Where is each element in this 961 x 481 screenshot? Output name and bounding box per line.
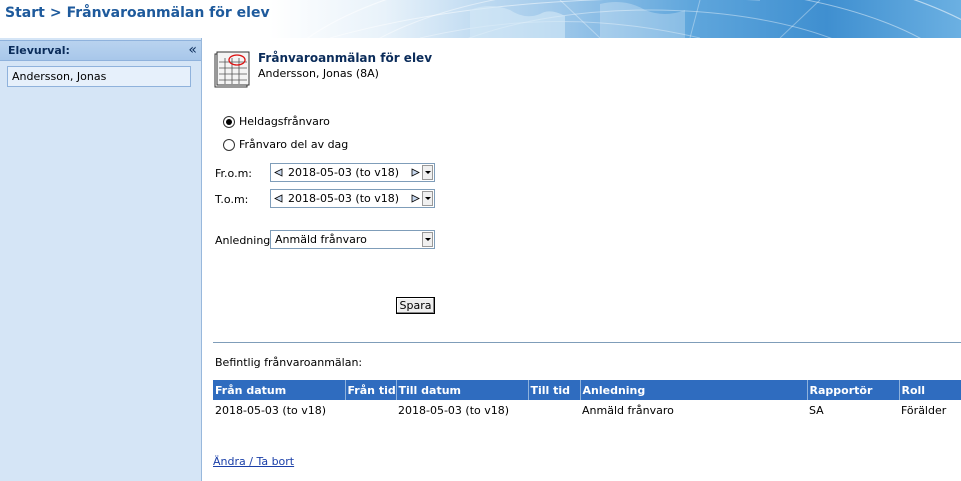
cell-to-time	[528, 400, 580, 420]
col-header-reporter[interactable]: Rapportör	[807, 380, 900, 400]
radio-partday-indicator[interactable]	[223, 138, 235, 151]
sidebar-title: Elevurval:	[8, 44, 70, 57]
sidebar-header: Elevurval: «	[0, 40, 201, 61]
breadcrumb-home-link[interactable]: Start	[5, 5, 45, 21]
cell-reason: Anmäld frånvaro	[582, 403, 674, 417]
app-header: Start > Frånvaroanmälan för elev	[0, 0, 961, 38]
edit-remove-link[interactable]: Ändra / Ta bort	[213, 455, 294, 468]
reason-label: Anledning:	[215, 234, 274, 247]
cell-from-date: 2018-05-03 (to v18)	[215, 403, 327, 417]
to-date-picker[interactable]: 2018-05-03 (to v18)	[270, 189, 435, 208]
radio-fullday-label: Heldagsfrånvaro	[239, 115, 330, 128]
breadcrumb: Start > Frånvaroanmälan för elev	[5, 5, 270, 21]
prev-day-icon[interactable]	[271, 164, 285, 181]
reason-value: Anmäld frånvaro	[275, 233, 367, 246]
col-header-to-time[interactable]: Till tid	[528, 380, 581, 400]
reason-select[interactable]: Anmäld frånvaro	[270, 230, 435, 249]
to-date-label: T.o.m:	[215, 193, 249, 206]
table-header-row: Från datum Från tid Till datum Till tid …	[213, 380, 961, 400]
col-header-from-date[interactable]: Från datum	[213, 380, 346, 400]
divider	[213, 342, 961, 343]
col-header-reason[interactable]: Anledning	[580, 380, 808, 400]
next-day-icon[interactable]	[408, 190, 422, 207]
from-date-label: Fr.o.m:	[215, 167, 252, 180]
radio-fullday[interactable]: Heldagsfrånvaro	[223, 115, 330, 128]
breadcrumb-current: Frånvaroanmälan för elev	[66, 5, 270, 21]
chevron-down-icon[interactable]	[422, 165, 433, 180]
breadcrumb-separator: >	[49, 5, 62, 21]
calendar-form-icon	[214, 51, 250, 88]
main-content: Frånvaroanmälan för elev Andersson, Jona…	[203, 38, 961, 481]
save-button[interactable]: Spara	[396, 297, 435, 314]
sidebar-item-student[interactable]: Andersson, Jonas	[7, 66, 191, 87]
table-row[interactable]: 2018-05-03 (to v18) 2018-05-03 (to v18) …	[213, 400, 961, 420]
double-chevron-left-icon[interactable]: «	[188, 42, 197, 58]
cell-to-date: 2018-05-03 (to v18)	[398, 403, 510, 417]
radio-partday-label: Frånvaro del av dag	[239, 138, 349, 151]
col-header-role[interactable]: Roll	[899, 380, 961, 400]
form-subtitle: Andersson, Jonas (8A)	[258, 67, 379, 80]
existing-reports-table: Från datum Från tid Till datum Till tid …	[213, 380, 961, 420]
student-sidebar: Elevurval: « Andersson, Jonas	[0, 38, 202, 481]
cell-role: Förälder	[901, 403, 947, 417]
radio-partday[interactable]: Frånvaro del av dag	[223, 138, 348, 151]
to-date-value[interactable]: 2018-05-03 (to v18)	[285, 192, 408, 205]
from-date-value[interactable]: 2018-05-03 (to v18)	[285, 166, 408, 179]
existing-section-label: Befintlig frånvaroanmälan:	[215, 356, 363, 369]
chevron-down-icon[interactable]	[422, 232, 433, 247]
radio-selected-dot	[226, 118, 232, 125]
prev-day-icon[interactable]	[271, 190, 285, 207]
radio-fullday-indicator[interactable]	[223, 115, 235, 128]
chevron-down-icon[interactable]	[422, 191, 433, 206]
col-header-from-time[interactable]: Från tid	[345, 380, 397, 400]
form-title: Frånvaroanmälan för elev	[258, 51, 433, 65]
from-date-picker[interactable]: 2018-05-03 (to v18)	[270, 163, 435, 182]
cell-from-time	[345, 400, 396, 420]
cell-reporter: SA	[809, 403, 824, 417]
next-day-icon[interactable]	[408, 164, 422, 181]
col-header-to-date[interactable]: Till datum	[396, 380, 529, 400]
